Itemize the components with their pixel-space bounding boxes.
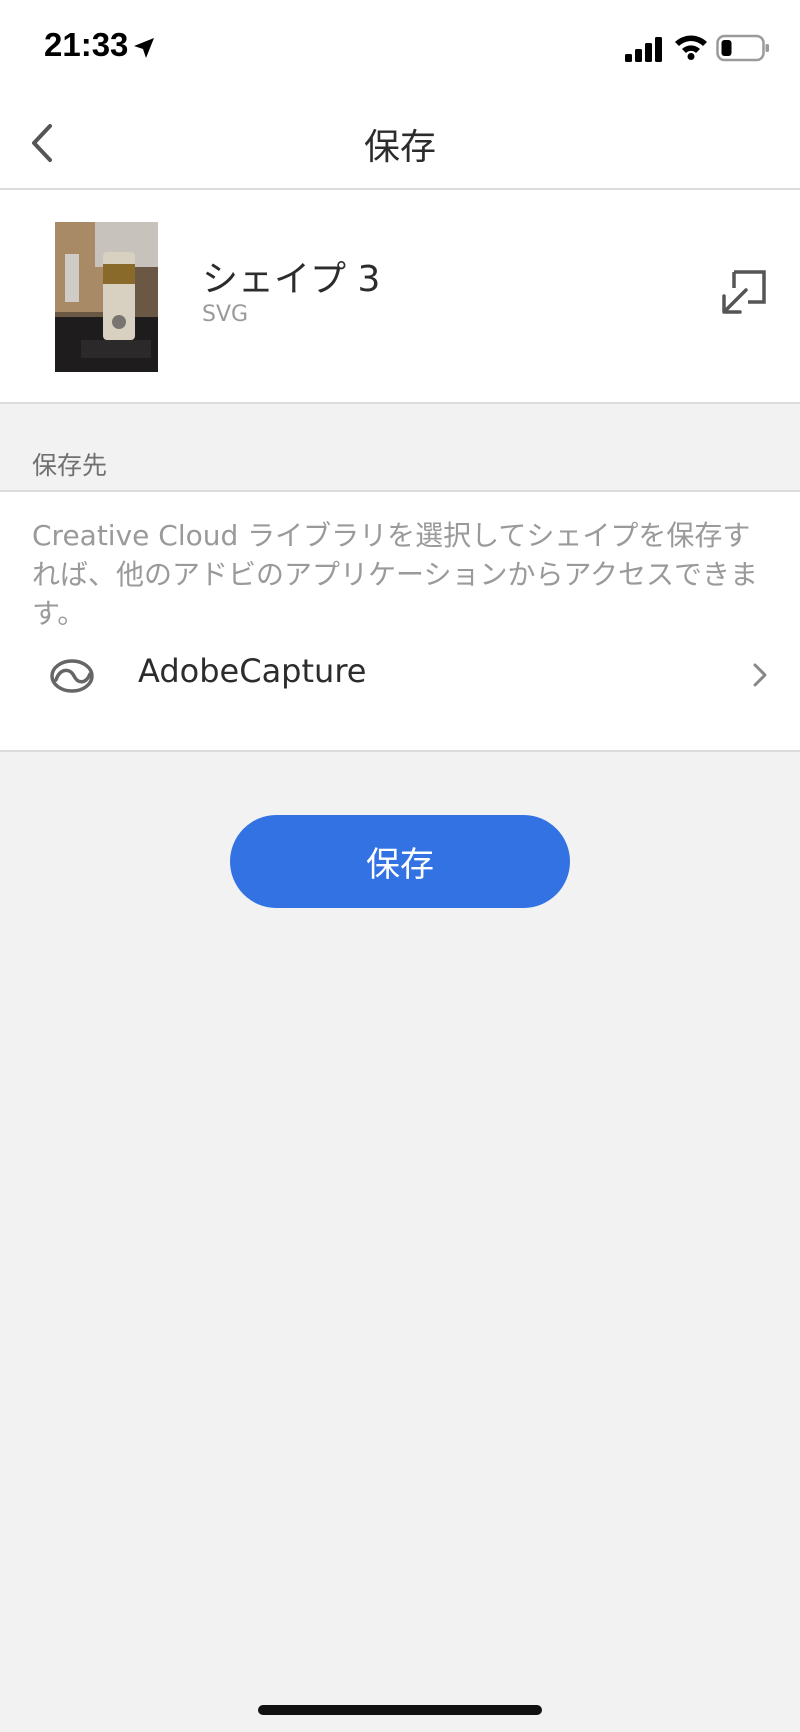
cellular-signal-icon — [625, 37, 662, 62]
photo-thumbnail — [55, 222, 158, 372]
chevron-right-icon — [753, 663, 767, 687]
item-name: シェイプ 3 — [202, 259, 381, 300]
creative-cloud-icon — [50, 659, 94, 693]
wifi-icon — [675, 35, 707, 60]
item-card: シェイプ 3 SVG — [0, 190, 800, 404]
library-row[interactable]: AdobeCapture — [0, 640, 800, 720]
destination-description: Creative Cloud ライブラリを選択してシェイプを保存すれば、他のアド… — [32, 519, 759, 630]
page-title: 保存 — [363, 127, 436, 168]
item-format: SVG — [202, 302, 249, 327]
battery-icon — [716, 34, 769, 62]
save-button[interactable]: 保存 — [230, 815, 570, 908]
home-indicator — [258, 1705, 542, 1715]
section-label-destination: 保存先 — [32, 451, 108, 480]
destination-card: Creative Cloud ライブラリを選択してシェイプを保存すれば、他のアド… — [0, 490, 800, 752]
location-arrow-icon — [134, 38, 154, 58]
library-name: AdobeCapture — [138, 652, 367, 690]
nav-bar: 保存 — [0, 100, 800, 190]
status-bar: 21:33 — [0, 0, 800, 100]
status-time: 21:33 — [44, 26, 129, 63]
export-arrow-icon[interactable] — [718, 266, 770, 318]
